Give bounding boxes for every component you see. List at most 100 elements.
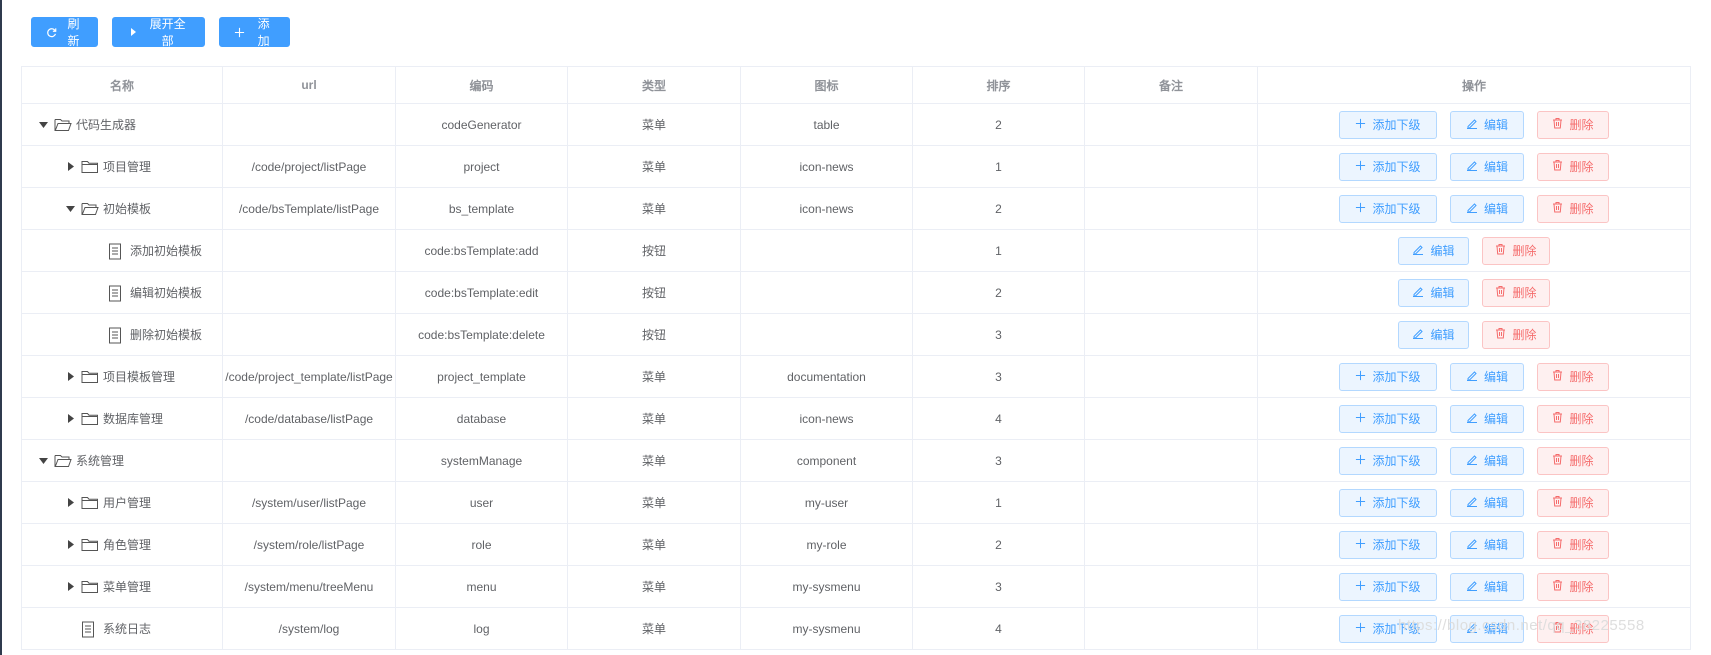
add-child-button[interactable]: 添加下级 (1339, 446, 1437, 475)
add-child-button[interactable]: 添加下级 (1339, 614, 1437, 643)
caret-down-icon[interactable] (63, 202, 77, 216)
cell-code: database (395, 397, 568, 440)
caret-down-icon[interactable] (36, 454, 50, 468)
delete-button[interactable]: 删除 (1537, 488, 1609, 517)
cell-url: /system/menu/treeMenu (222, 565, 396, 608)
cell-type: 菜单 (567, 607, 741, 650)
edit-button[interactable]: 编辑 (1450, 572, 1524, 601)
plus-icon (1355, 412, 1366, 426)
edit-icon (1466, 117, 1478, 132)
cell-icon (740, 271, 913, 314)
delete-button[interactable]: 删除 (1537, 110, 1609, 139)
table-header-row: 名称 url 编码 类型 图标 排序 备注 操作 (21, 66, 1691, 104)
cell-actions: 添加下级 编辑 删除 (1257, 439, 1691, 482)
cell-actions: 添加下级 编辑 删除 (1257, 103, 1691, 146)
delete-button[interactable]: 删除 (1537, 404, 1609, 433)
trash-icon (1552, 369, 1563, 384)
edit-button[interactable]: 编辑 (1450, 614, 1524, 643)
trash-icon (1552, 537, 1563, 552)
cell-sort: 3 (912, 565, 1085, 608)
plus-icon (1355, 454, 1366, 468)
trash-icon (1495, 285, 1506, 300)
caret-down-icon[interactable] (36, 118, 50, 132)
caret-right-icon[interactable] (63, 580, 77, 594)
edit-button[interactable]: 编辑 (1398, 236, 1469, 265)
tree-indent-placeholder (63, 622, 77, 636)
edit-button[interactable]: 编辑 (1450, 530, 1524, 559)
delete-button[interactable]: 删除 (1482, 236, 1550, 265)
cell-remark (1084, 607, 1258, 650)
delete-button[interactable]: 删除 (1537, 614, 1609, 643)
caret-right-icon[interactable] (63, 412, 77, 426)
plus-icon (1355, 538, 1366, 552)
edit-button[interactable]: 编辑 (1450, 152, 1524, 181)
add-child-button[interactable]: 添加下级 (1339, 194, 1437, 223)
add-child-button[interactable]: 添加下级 (1339, 152, 1437, 181)
cell-sort: 4 (912, 607, 1085, 650)
plus-icon (1355, 160, 1366, 174)
add-child-button[interactable]: 添加下级 (1339, 110, 1437, 139)
delete-button[interactable]: 删除 (1537, 362, 1609, 391)
caret-right-icon[interactable] (63, 496, 77, 510)
edit-button[interactable]: 编辑 (1450, 110, 1524, 139)
node-label: 系统管理 (76, 454, 125, 468)
caret-right-icon[interactable] (63, 160, 77, 174)
cell-icon: my-sysmenu (740, 607, 913, 650)
delete-button[interactable]: 删除 (1537, 152, 1609, 181)
edit-icon (1466, 159, 1478, 174)
edit-button[interactable]: 编辑 (1450, 446, 1524, 475)
column-header-type: 类型 (567, 66, 741, 104)
edit-button[interactable]: 编辑 (1450, 404, 1524, 433)
edit-button[interactable]: 编辑 (1450, 488, 1524, 517)
expand-all-button[interactable]: 展开全部 (112, 17, 205, 48)
cell-type: 菜单 (567, 145, 741, 188)
cell-name: 代码生成器 (21, 103, 223, 146)
column-header-name: 名称 (21, 66, 223, 104)
edit-label: 编辑 (1430, 244, 1455, 258)
caret-right-icon[interactable] (63, 370, 77, 384)
caret-right-icon[interactable] (63, 538, 77, 552)
add-child-button[interactable]: 添加下级 (1339, 404, 1437, 433)
add-child-label: 添加下级 (1372, 496, 1421, 510)
cell-actions: 添加下级 编辑 删除 (1257, 397, 1691, 440)
plus-icon (1355, 118, 1366, 132)
add-child-button[interactable]: 添加下级 (1339, 488, 1437, 517)
edit-button[interactable]: 编辑 (1450, 362, 1524, 391)
plus-icon (1355, 580, 1366, 594)
cell-code: menu (395, 565, 568, 608)
edit-button[interactable]: 编辑 (1398, 278, 1469, 307)
column-header-sort: 排序 (912, 66, 1085, 104)
delete-button[interactable]: 删除 (1537, 530, 1609, 559)
add-child-label: 添加下级 (1372, 412, 1421, 426)
cell-code: code:bsTemplate:edit (395, 271, 568, 314)
delete-button[interactable]: 删除 (1482, 320, 1550, 349)
cell-name: 用户管理 (21, 481, 223, 524)
add-button[interactable]: 添加 (219, 17, 290, 48)
edit-button[interactable]: 编辑 (1398, 320, 1469, 349)
delete-button[interactable]: 删除 (1537, 572, 1609, 601)
cell-sort: 2 (912, 103, 1085, 146)
cell-type: 菜单 (567, 355, 741, 398)
cell-url (222, 439, 396, 482)
delete-button[interactable]: 删除 (1537, 446, 1609, 475)
refresh-button[interactable]: 刷新 (31, 17, 98, 48)
table-row: 角色管理 /system/role/listPage role 菜单 my-ro… (21, 523, 1691, 566)
add-child-label: 添加下级 (1372, 160, 1421, 174)
cell-actions: 添加下级 编辑 删除 (1257, 187, 1691, 230)
cell-name: 菜单管理 (21, 565, 223, 608)
edit-button[interactable]: 编辑 (1450, 194, 1524, 223)
cell-icon: my-sysmenu (740, 565, 913, 608)
add-child-button[interactable]: 添加下级 (1339, 572, 1437, 601)
cell-sort: 1 (912, 145, 1085, 188)
cell-sort: 3 (912, 439, 1085, 482)
delete-button[interactable]: 删除 (1482, 278, 1550, 307)
cell-icon: table (740, 103, 913, 146)
add-child-button[interactable]: 添加下级 (1339, 362, 1437, 391)
node-label: 用户管理 (103, 496, 152, 510)
cell-remark (1084, 355, 1258, 398)
add-child-label: 添加下级 (1372, 622, 1421, 636)
node-label: 角色管理 (103, 538, 152, 552)
add-child-button[interactable]: 添加下级 (1339, 530, 1437, 559)
delete-button[interactable]: 删除 (1537, 194, 1609, 223)
cell-type: 按钮 (567, 313, 741, 356)
